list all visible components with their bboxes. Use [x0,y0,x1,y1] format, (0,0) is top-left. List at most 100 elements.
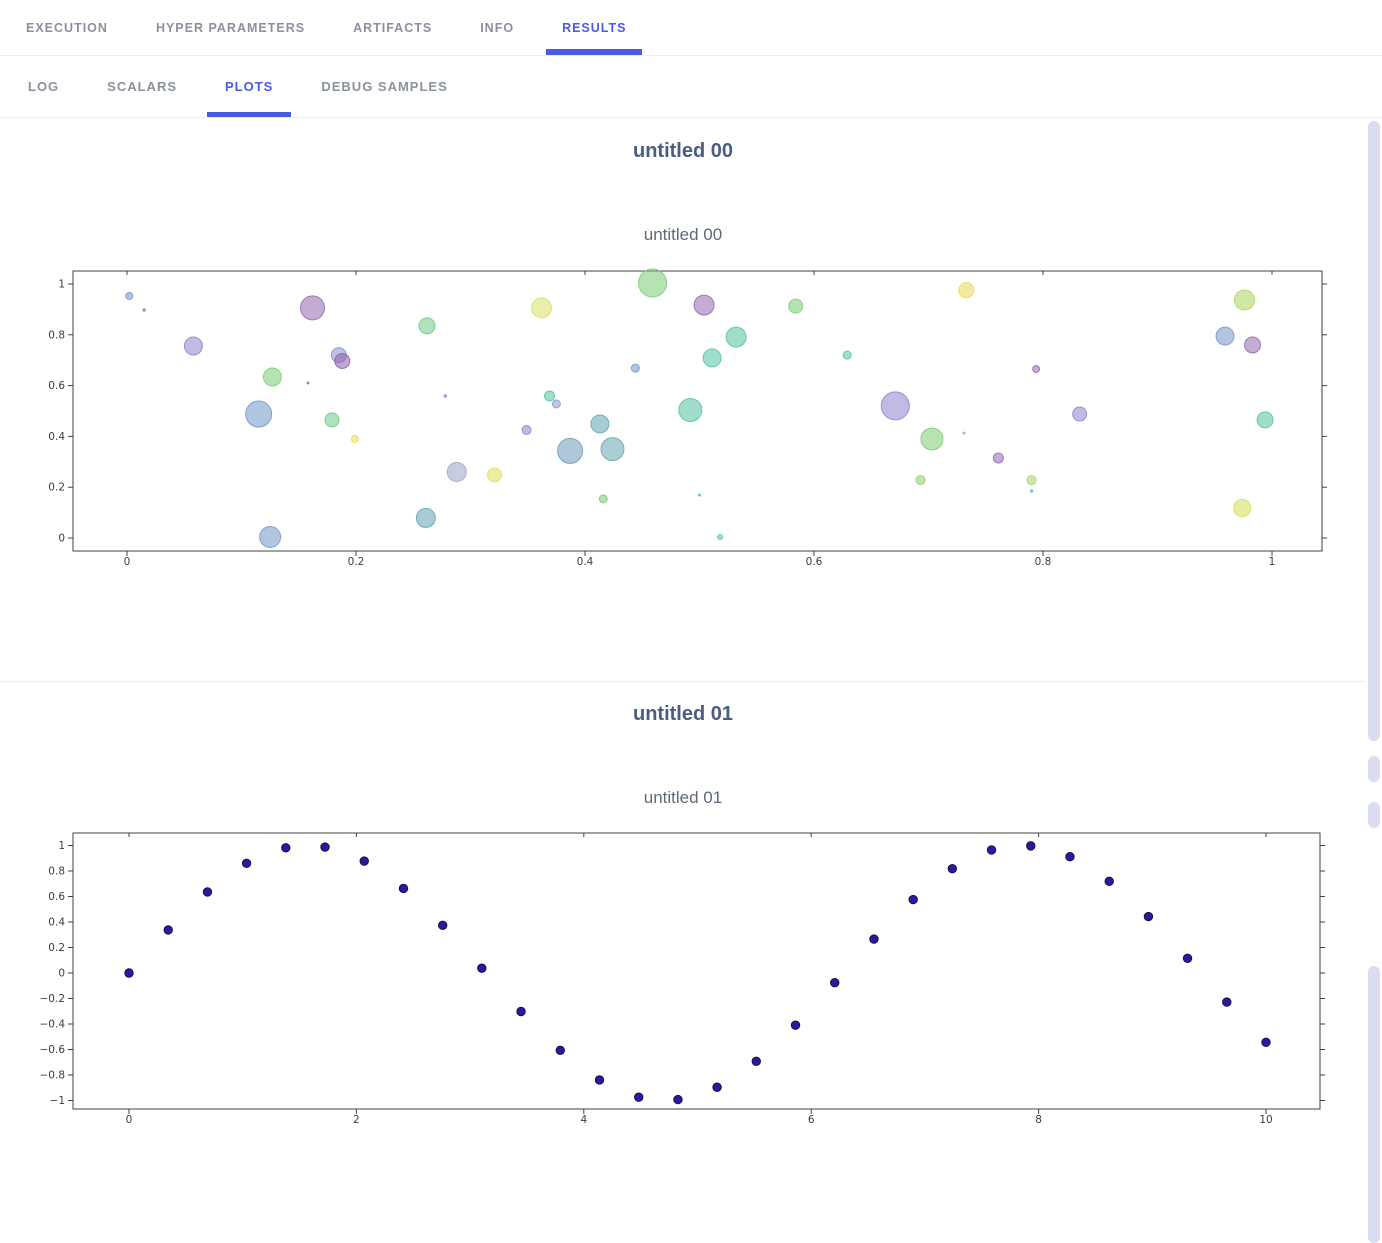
subtab-debug-samples[interactable]: DEBUG SAMPLES [321,56,447,117]
scatter-point[interactable] [125,969,133,977]
scatter-point[interactable] [1066,853,1074,861]
bubble-point[interactable] [1033,366,1040,373]
bubble-point[interactable] [591,415,609,433]
bubble-point[interactable] [1030,490,1032,492]
scatter-point[interactable] [713,1083,721,1091]
scrollbar-thumb[interactable] [1368,802,1380,828]
bubble-point[interactable] [718,534,723,539]
scatter-point[interactable] [948,865,956,873]
scatter-point[interactable] [556,1046,564,1054]
scrollbar-thumb[interactable] [1368,966,1380,1243]
scatter-point[interactable] [321,843,329,851]
scatter-point[interactable] [478,964,486,972]
bubble-point[interactable] [335,353,350,368]
bubble-point[interactable] [916,476,925,485]
bubble-point[interactable] [639,269,667,297]
bubble-point[interactable] [416,508,435,527]
bubble-point[interactable] [601,438,624,461]
subtab-log[interactable]: LOG [28,56,59,117]
scatter-point[interactable] [595,1076,603,1084]
scatter-point[interactable] [399,884,407,892]
bubble-point[interactable] [246,401,272,427]
tab-results[interactable]: RESULTS [562,0,626,55]
x-tick-label: 0 [126,1114,133,1126]
bubble-point[interactable] [488,468,502,482]
scatter-point[interactable] [164,926,172,934]
bubble-point[interactable] [260,526,281,547]
bubble-point[interactable] [703,349,721,367]
scatter-point[interactable] [1223,998,1231,1006]
bubble-point[interactable] [963,432,965,434]
scatter-point[interactable] [1144,912,1152,920]
tab-hyper-parameters[interactable]: HYPER PARAMETERS [156,0,305,55]
bubble-point[interactable] [843,351,851,359]
bubble-point[interactable] [993,453,1003,463]
scatter-point[interactable] [1027,842,1035,850]
y-tick-label: −0.4 [40,1019,66,1031]
bubble-point[interactable] [631,364,639,372]
bubble-point[interactable] [1245,337,1261,353]
scatter-point[interactable] [1183,954,1191,962]
subtab-plots[interactable]: PLOTS [225,56,273,117]
scatter-point[interactable] [987,846,995,854]
bubble-point[interactable] [726,327,746,347]
bubble-point[interactable] [1027,476,1036,485]
bubble-point[interactable] [263,368,281,386]
bubble-point[interactable] [959,283,974,298]
bubble-point[interactable] [881,392,909,420]
active-tab-underline [546,49,642,55]
bubble-point[interactable] [1216,327,1234,345]
tab-artifacts[interactable]: ARTIFACTS [353,0,432,55]
subtab-scalars[interactable]: SCALARS [107,56,177,117]
bubble-point[interactable] [694,295,714,315]
bubble-point[interactable] [444,395,446,397]
scatter-point[interactable] [1105,877,1113,885]
scatter-point[interactable] [282,844,290,852]
scatter-point[interactable] [360,857,368,865]
scatter-point[interactable] [752,1057,760,1065]
bubble-point[interactable] [1073,407,1087,421]
bubble-point[interactable] [300,296,324,320]
bubble-point[interactable] [599,495,607,503]
scrollbar-thumb[interactable] [1368,121,1380,741]
scatter-point[interactable] [791,1021,799,1029]
bubble-point[interactable] [419,318,435,334]
tab-execution[interactable]: EXECUTION [26,0,108,55]
bubble-point[interactable] [126,292,133,299]
bubble-point[interactable] [921,428,943,450]
bubble-point[interactable] [531,298,551,318]
bubble-point[interactable] [1257,412,1273,428]
scatter-point[interactable] [203,888,211,896]
bubble-chart-svg[interactable]: 00.20.40.60.8100.20.40.60.81 [0,256,1360,586]
scatter-point[interactable] [1262,1038,1270,1046]
scatter-point[interactable] [674,1095,682,1103]
scatter-point[interactable] [635,1093,643,1101]
scatter-point[interactable] [517,1007,525,1015]
bubble-point[interactable] [307,382,309,384]
bubble-point[interactable] [558,438,583,463]
bubble-point[interactable] [325,413,339,427]
bubble-point[interactable] [1235,290,1255,310]
scatter-point[interactable] [909,895,917,903]
bubble-point[interactable] [679,398,702,421]
x-tick-label: 1 [1269,556,1276,568]
sine-scatter-svg[interactable]: 0246810−1−0.8−0.6−0.4−0.200.20.40.60.81 [0,821,1360,1156]
bubble-point[interactable] [545,391,555,401]
bubble-point[interactable] [1234,500,1251,517]
scrollbar-thumb[interactable] [1368,756,1380,782]
bubble-point[interactable] [789,299,803,313]
tab-info[interactable]: INFO [480,0,514,55]
bubble-point[interactable] [699,494,701,496]
scatter-point[interactable] [831,978,839,986]
scatter-point[interactable] [870,935,878,943]
bubble-point[interactable] [552,400,560,408]
scatter-point[interactable] [242,859,250,867]
bubble-point[interactable] [447,462,466,481]
bubble-point[interactable] [351,435,358,442]
scatter-point[interactable] [438,921,446,929]
bubble-point[interactable] [522,426,531,435]
bubble-point[interactable] [184,337,202,355]
bubble-point[interactable] [143,309,145,311]
tab-label: HYPER PARAMETERS [156,21,305,35]
y-tick-label: 1 [58,279,65,291]
